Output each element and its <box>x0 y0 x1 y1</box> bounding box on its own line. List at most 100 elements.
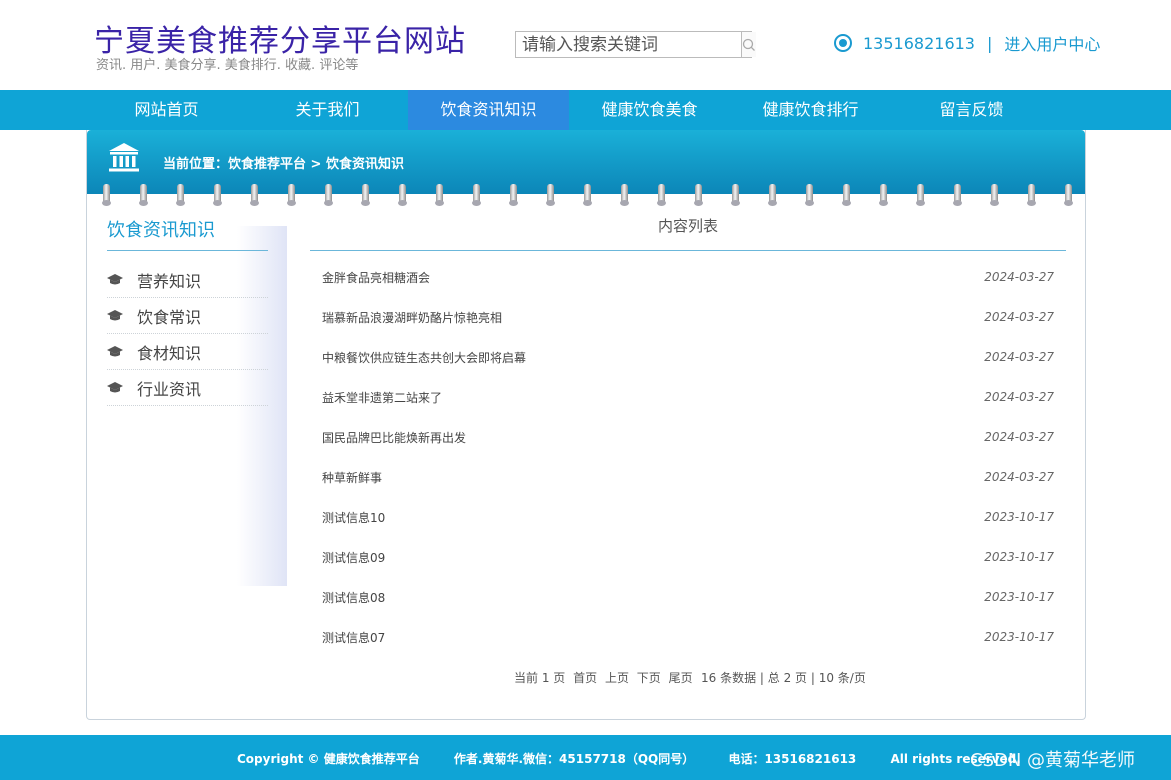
pager-next-link[interactable]: 下页 <box>637 671 661 685</box>
article-title[interactable]: 测试信息09 <box>322 549 385 566</box>
list-item[interactable]: 中粮餐饮供应链生态共创大会即将启幕 2024-03-27 <box>310 337 1066 377</box>
site-subtitle: 资讯. 用户. 美食分享. 美食排行. 收藏. 评论等 <box>96 58 359 73</box>
article-title[interactable]: 国民品牌巴比能焕新再出发 <box>322 429 466 446</box>
list-item[interactable]: 测试信息09 2023-10-17 <box>310 537 1066 577</box>
binder-ring <box>435 184 444 206</box>
binder-ring <box>102 184 111 206</box>
article-date: 2024-03-27 <box>984 310 1054 324</box>
sidebar-item-ingredients[interactable]: 食材知识 <box>107 334 268 370</box>
article-title[interactable]: 测试信息10 <box>322 509 385 526</box>
nav-item-feedback[interactable]: 留言反馈 <box>891 90 1052 130</box>
nav-item-about[interactable]: 关于我们 <box>247 90 408 130</box>
article-date: 2024-03-27 <box>984 350 1054 364</box>
binder-ring <box>324 184 333 206</box>
binder-ring <box>398 184 407 206</box>
list-item[interactable]: 国民品牌巴比能焕新再出发 2024-03-27 <box>310 417 1066 457</box>
pager-prev-link[interactable]: 上页 <box>605 671 629 685</box>
article-title[interactable]: 金胖食品亮相糖酒会 <box>322 269 430 286</box>
article-list: 金胖食品亮相糖酒会 2024-03-27 瑞慕新品浪漫湖畔奶酪片惊艳亮相 2024-… <box>310 257 1066 657</box>
list-item[interactable]: 测试信息07 2023-10-17 <box>310 617 1066 657</box>
content-panel: 内容列表 金胖食品亮相糖酒会 2024-03-27 瑞慕新品浪漫湖畔奶酪片惊艳亮相… <box>310 216 1066 657</box>
main-panel: 当前位置：饮食推荐平台 > 饮食资讯知识 饮食资讯知识 营养知识 饮食常识 食材… <box>86 130 1086 720</box>
article-title[interactable]: 种草新鲜事 <box>322 469 382 486</box>
binder-ring <box>842 184 851 206</box>
binder-ring <box>731 184 740 206</box>
footer-tel: 电话：13516821613 <box>728 752 857 766</box>
location-ring-icon <box>834 34 852 52</box>
list-item[interactable]: 种草新鲜事 2024-03-27 <box>310 457 1066 497</box>
pager-current: 当前 1 页 <box>514 671 566 685</box>
binder-ring <box>472 184 481 206</box>
sidebar-item-nutrition[interactable]: 营养知识 <box>107 262 268 298</box>
nav-item-news[interactable]: 饮食资讯知识 <box>408 90 569 130</box>
binder-ring <box>990 184 999 206</box>
binder-ring <box>657 184 666 206</box>
binder-ring <box>1027 184 1036 206</box>
content-title: 内容列表 <box>310 216 1066 251</box>
pager-summary: 16 条数据 | 总 2 页 | 10 条/页 <box>701 671 866 685</box>
article-date: 2023-10-17 <box>984 510 1054 524</box>
pager-first-link[interactable]: 首页 <box>573 671 597 685</box>
list-item[interactable]: 测试信息10 2023-10-17 <box>310 497 1066 537</box>
footer-copyright: Copyright © 健康饮食推荐平台 <box>237 752 420 766</box>
binder-ring <box>176 184 185 206</box>
article-date: 2023-10-17 <box>984 550 1054 564</box>
contact-bar: 13516821613 | 进入用户中心 <box>834 31 1100 55</box>
article-date: 2024-03-27 <box>984 390 1054 404</box>
article-title[interactable]: 瑞慕新品浪漫湖畔奶酪片惊艳亮相 <box>322 309 502 326</box>
binder-rings <box>87 184 1085 206</box>
binder-ring <box>694 184 703 206</box>
article-title[interactable]: 益禾堂非遗第二站来了 <box>322 389 442 406</box>
binder-ring <box>287 184 296 206</box>
sidebar-item-label: 饮食常识 <box>137 307 202 327</box>
phone-number: 13516821613 <box>863 33 975 53</box>
sidebar-item-label: 营养知识 <box>137 271 202 291</box>
user-center-link[interactable]: 进入用户中心 <box>1004 31 1100 55</box>
binder-ring <box>546 184 555 206</box>
sidebar-item-label: 食材知识 <box>137 343 202 363</box>
breadcrumb: 当前位置：饮食推荐平台 > 饮食资讯知识 <box>163 157 404 172</box>
article-date: 2023-10-17 <box>984 630 1054 644</box>
binder-ring <box>139 184 148 206</box>
footer-author: 作者.黄菊华.微信：45157718（QQ同号） <box>453 752 695 766</box>
binder-ring <box>213 184 222 206</box>
article-date: 2023-10-17 <box>984 590 1054 604</box>
binder-ring <box>361 184 370 206</box>
binder-ring <box>250 184 259 206</box>
list-item[interactable]: 益禾堂非遗第二站来了 2024-03-27 <box>310 377 1066 417</box>
binder-ring <box>953 184 962 206</box>
list-item[interactable]: 瑞慕新品浪漫湖畔奶酪片惊艳亮相 2024-03-27 <box>310 297 1066 337</box>
graduation-cap-icon <box>107 273 123 286</box>
site-header: 宁夏美食推荐分享平台网站 资讯. 用户. 美食分享. 美食排行. 收藏. 评论等… <box>0 0 1171 90</box>
sidebar-title: 饮食资讯知识 <box>107 216 268 251</box>
sidebar-item-common-sense[interactable]: 饮食常识 <box>107 298 268 334</box>
site-footer: Copyright © 健康饮食推荐平台 作者.黄菊华.微信：45157718（… <box>0 735 1171 780</box>
article-title[interactable]: 测试信息07 <box>322 629 385 646</box>
sidebar-item-industry[interactable]: 行业资讯 <box>107 370 268 406</box>
graduation-cap-icon <box>107 381 123 394</box>
binder-ring <box>620 184 629 206</box>
binder-ring <box>916 184 925 206</box>
article-title[interactable]: 中粮餐饮供应链生态共创大会即将启幕 <box>322 349 526 366</box>
sidebar-item-label: 行业资讯 <box>137 379 202 399</box>
binder-ring <box>583 184 592 206</box>
article-title[interactable]: 测试信息08 <box>322 589 385 606</box>
binder-ring <box>1064 184 1073 206</box>
search-input[interactable] <box>516 32 741 57</box>
watermark: CSDN @黄菊华老师 <box>970 750 1136 771</box>
search-box <box>515 31 756 58</box>
list-item[interactable]: 金胖食品亮相糖酒会 2024-03-27 <box>310 257 1066 297</box>
nav-item-food[interactable]: 健康饮食美食 <box>569 90 730 130</box>
building-icon <box>109 143 139 172</box>
graduation-cap-icon <box>107 309 123 322</box>
binder-ring <box>768 184 777 206</box>
pager-last-link[interactable]: 尾页 <box>669 671 693 685</box>
search-button[interactable] <box>741 32 756 57</box>
main-nav: 网站首页 关于我们 饮食资讯知识 健康饮食美食 健康饮食排行 留言反馈 <box>0 90 1171 130</box>
article-date: 2024-03-27 <box>984 470 1054 484</box>
nav-item-ranking[interactable]: 健康饮食排行 <box>730 90 891 130</box>
list-item[interactable]: 测试信息08 2023-10-17 <box>310 577 1066 617</box>
binder-ring <box>805 184 814 206</box>
article-date: 2024-03-27 <box>984 430 1054 444</box>
nav-item-home[interactable]: 网站首页 <box>86 90 247 130</box>
